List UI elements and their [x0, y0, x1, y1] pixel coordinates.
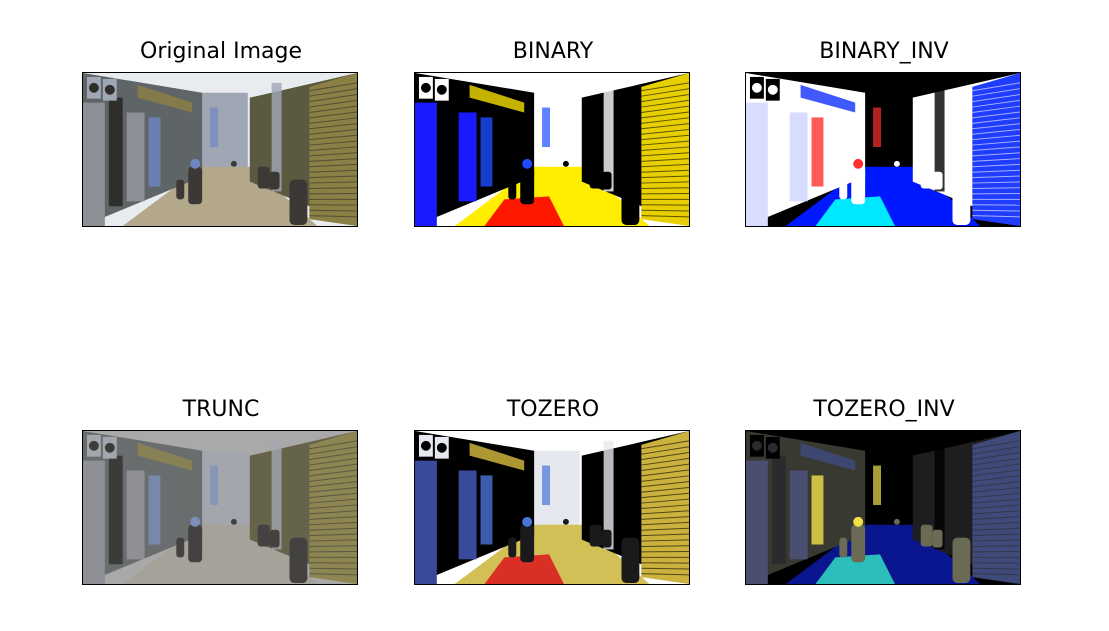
- street-image-tozero: [414, 430, 690, 585]
- panel-title-tozero: TOZERO: [506, 397, 600, 422]
- figure: { "panels": [ { "title": "Original Image…: [0, 0, 1109, 631]
- panel-title-tozero-inv: TOZERO_INV: [813, 397, 955, 422]
- panel-title-trunc: TRUNC: [182, 397, 260, 422]
- street-image-original: [82, 72, 358, 227]
- street-image-trunc: [82, 430, 358, 585]
- panel-title-original: Original Image: [140, 39, 302, 64]
- panel-title-binary-inv: BINARY_INV: [819, 39, 949, 64]
- panel-title-binary: BINARY: [512, 39, 594, 64]
- street-image-binary-inv: [745, 72, 1021, 227]
- street-image-tozero-inv: [745, 430, 1021, 585]
- street-image-binary: [414, 72, 690, 227]
